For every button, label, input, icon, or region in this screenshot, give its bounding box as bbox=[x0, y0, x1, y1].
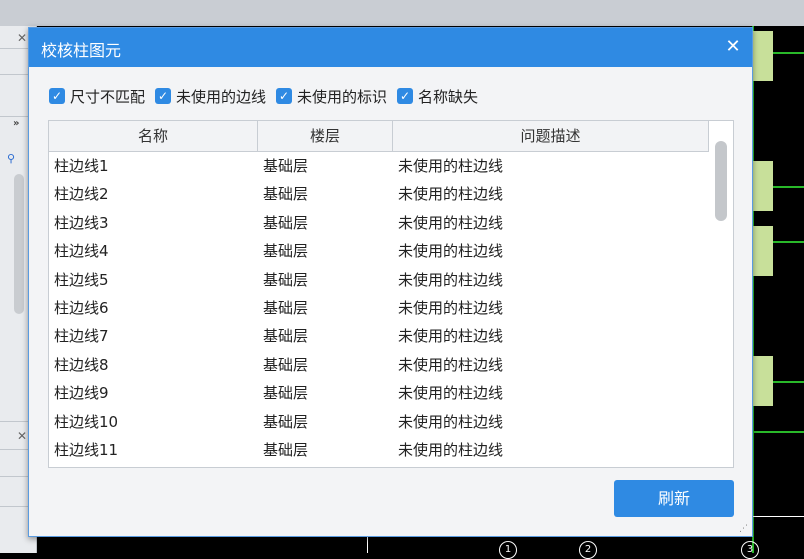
cell-name: 柱边线7 bbox=[54, 327, 109, 346]
cell-name: 柱边线4 bbox=[54, 242, 109, 261]
cell-description: 未使用的柱边线 bbox=[398, 298, 504, 317]
axis-marker: 3 bbox=[741, 541, 759, 559]
issues-table: 名称 楼层 问题描述 柱边线1 基础层 未使用的柱边线 柱边线2 基础层 未使用的柱边线柱… bbox=[48, 120, 734, 468]
column-element[interactable] bbox=[753, 226, 773, 276]
column-header-name[interactable]: 名称 bbox=[49, 121, 258, 151]
cell-floor: 基础层 bbox=[263, 185, 309, 204]
cell-floor: 基础层 bbox=[263, 355, 309, 374]
table-row[interactable]: 柱边线9 基础层 未使用的柱边线 bbox=[49, 379, 709, 407]
table-row[interactable]: 柱边线8 基础层 未使用的柱边线 bbox=[49, 351, 709, 379]
checkbox-checked-icon[interactable]: ✓ bbox=[397, 88, 414, 104]
cell-description: 未使用的柱边线 bbox=[398, 242, 504, 261]
table-row[interactable]: 柱边线7 基础层 未使用的柱边线 bbox=[49, 322, 709, 350]
cell-floor: 基础层 bbox=[263, 213, 309, 232]
cell-floor: 基础层 bbox=[263, 270, 309, 289]
table-row[interactable]: 柱边线4 基础层 未使用的柱边线 bbox=[49, 237, 709, 265]
column-element[interactable] bbox=[753, 356, 773, 406]
filter-size-mismatch[interactable]: ✓ 尺寸不匹配 bbox=[49, 86, 145, 107]
filter-label: 未使用的边线 bbox=[176, 87, 267, 106]
cell-floor: 基础层 bbox=[263, 412, 309, 431]
cell-name: 柱边线10 bbox=[54, 412, 119, 431]
axis-marker: 2 bbox=[579, 541, 597, 559]
cell-description: 未使用的柱边线 bbox=[398, 185, 504, 204]
table-row[interactable]: 柱边线5 基础层 未使用的柱边线 bbox=[49, 266, 709, 294]
cell-description: 未使用的柱边线 bbox=[398, 355, 504, 374]
app-top-toolbar bbox=[0, 0, 804, 26]
cell-description: 未使用的柱边线 bbox=[398, 157, 504, 175]
table-row[interactable]: 柱边线6 基础层 未使用的柱边线 bbox=[49, 294, 709, 322]
cell-floor: 基础层 bbox=[263, 157, 309, 175]
table-row[interactable]: 柱边线10 基础层 未使用的柱边线 bbox=[49, 408, 709, 436]
cell-floor: 基础层 bbox=[263, 384, 309, 403]
table-row[interactable]: 柱边线2 基础层 未使用的柱边线 bbox=[49, 180, 709, 208]
cell-name: 柱边线11 bbox=[54, 440, 119, 459]
checkbox-checked-icon[interactable]: ✓ bbox=[276, 88, 293, 104]
panel-scrollbar[interactable] bbox=[14, 174, 24, 314]
cell-floor: 基础层 bbox=[263, 327, 309, 346]
cell-description: 未使用的柱边线 bbox=[398, 384, 504, 403]
table-header: 名称 楼层 问题描述 bbox=[49, 121, 709, 152]
cell-description: 未使用的柱边线 bbox=[398, 270, 504, 289]
check-column-elements-dialog: 校核柱图元 ✕ ✓ 尺寸不匹配 ✓ 未使用的边线 ✓ 未使用的标识 ✓ 名称缺失… bbox=[28, 27, 753, 537]
axis-marker: 1 bbox=[499, 541, 517, 559]
cell-name: 柱边线1 bbox=[54, 157, 109, 175]
cell-floor: 基础层 bbox=[263, 298, 309, 317]
filter-label: 名称缺失 bbox=[418, 87, 479, 106]
dialog-title: 校核柱图元 bbox=[41, 41, 122, 60]
dialog-titlebar[interactable]: 校核柱图元 ✕ bbox=[29, 28, 752, 67]
cell-name: 柱边线8 bbox=[54, 355, 109, 374]
column-header-floor[interactable]: 楼层 bbox=[258, 121, 393, 151]
cell-name: 柱边线6 bbox=[54, 298, 109, 317]
cell-name: 柱边线3 bbox=[54, 213, 109, 232]
filter-missing-name[interactable]: ✓ 名称缺失 bbox=[397, 86, 478, 107]
table-body: 柱边线1 基础层 未使用的柱边线 柱边线2 基础层 未使用的柱边线 柱边线3 基础层 未使用的柱… bbox=[49, 152, 709, 464]
cell-description: 未使用的柱边线 bbox=[398, 412, 504, 431]
checkbox-checked-icon[interactable]: ✓ bbox=[49, 88, 65, 104]
table-row[interactable]: 柱边线3 基础层 未使用的柱边线 bbox=[49, 209, 709, 237]
search-icon[interactable]: ⚲ bbox=[7, 153, 17, 164]
grid-line bbox=[754, 431, 804, 433]
close-icon[interactable]: ✕ bbox=[722, 36, 744, 58]
filter-checkbox-row: ✓ 尺寸不匹配 ✓ 未使用的边线 ✓ 未使用的标识 ✓ 名称缺失 bbox=[49, 85, 488, 107]
cell-floor: 基础层 bbox=[263, 242, 309, 261]
resize-grip-icon[interactable]: ⋰ bbox=[739, 525, 748, 534]
cell-description: 未使用的柱边线 bbox=[398, 327, 504, 346]
column-header-description[interactable]: 问题描述 bbox=[393, 121, 709, 151]
filter-unused-edge-lines[interactable]: ✓ 未使用的边线 bbox=[155, 86, 266, 107]
cell-floor: 基础层 bbox=[263, 440, 309, 459]
table-row[interactable]: 柱边线1 基础层 未使用的柱边线 bbox=[49, 152, 709, 180]
filter-label: 尺寸不匹配 bbox=[70, 87, 146, 106]
column-element[interactable] bbox=[753, 31, 773, 81]
cell-name: 柱边线2 bbox=[54, 185, 109, 204]
cell-name: 柱边线9 bbox=[54, 384, 109, 403]
expand-chevron-icon[interactable]: » bbox=[13, 118, 19, 129]
checkbox-checked-icon[interactable]: ✓ bbox=[155, 88, 172, 104]
cell-name: 柱边线5 bbox=[54, 270, 109, 289]
column-element[interactable] bbox=[753, 161, 773, 211]
filter-unused-marks[interactable]: ✓ 未使用的标识 bbox=[276, 86, 387, 107]
cell-description: 未使用的柱边线 bbox=[398, 440, 504, 459]
table-scrollbar[interactable] bbox=[715, 141, 727, 221]
cell-description: 未使用的柱边线 bbox=[398, 213, 504, 232]
refresh-button[interactable]: 刷新 bbox=[614, 480, 734, 517]
filter-label: 未使用的标识 bbox=[297, 87, 388, 106]
table-row[interactable]: 柱边线11 基础层 未使用的柱边线 bbox=[49, 436, 709, 464]
